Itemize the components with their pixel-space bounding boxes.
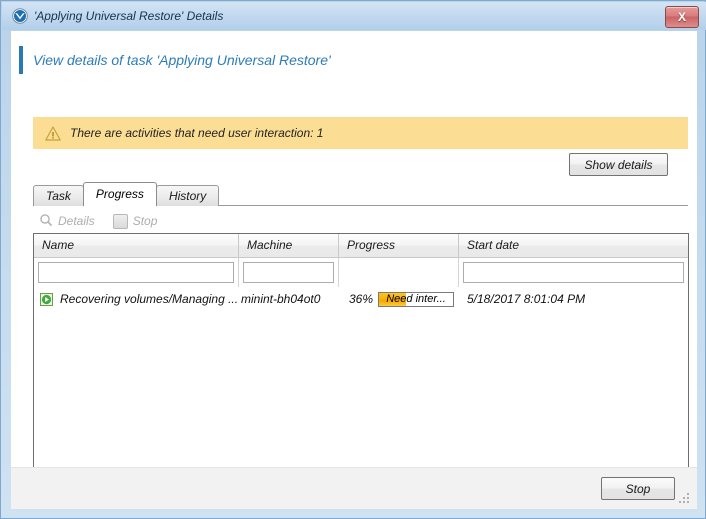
column-header-progress[interactable]: Progress: [339, 234, 459, 257]
cell-name: Recovering volumes/Managing ...: [34, 288, 239, 310]
progress-bar: Need inter...: [378, 291, 454, 307]
acronis-shield-icon: [12, 8, 28, 24]
column-header-machine[interactable]: Machine: [239, 234, 339, 257]
show-details-button[interactable]: Show details: [569, 153, 668, 176]
warning-banner: There are activities that need user inte…: [33, 117, 688, 149]
grid-filter-row: [34, 258, 688, 288]
grid-toolbar: Details Stop: [39, 210, 175, 232]
magnifier-icon: [39, 213, 53, 230]
filter-cell-name: [34, 258, 239, 287]
title-bar[interactable]: 'Applying Universal Restore' Details X: [2, 2, 706, 30]
filter-input-start-date[interactable]: [463, 262, 684, 283]
tab-progress[interactable]: Progress: [82, 182, 157, 206]
details-toolbar-label: Details: [58, 214, 95, 228]
warning-triangle-icon: [45, 125, 61, 141]
client-area: View details of task 'Applying Universal…: [11, 30, 697, 485]
close-icon: X: [677, 10, 686, 24]
running-green-icon: [40, 292, 53, 306]
tab-strip: Task Progress History: [33, 182, 220, 206]
activities-grid: Name Machine Progress Start date Recover…: [33, 233, 689, 485]
footer-bar: Stop: [11, 467, 697, 509]
filter-cell-progress: [339, 258, 459, 287]
details-toolbar-button[interactable]: Details: [39, 213, 95, 230]
filter-cell-start-date: [459, 258, 688, 287]
stop-button[interactable]: Stop: [601, 477, 675, 500]
column-header-start-date[interactable]: Start date: [459, 234, 688, 257]
window-title: 'Applying Universal Restore' Details: [34, 9, 224, 23]
progress-percent-label: 36%: [348, 292, 373, 306]
progress-status-label: Need inter...: [386, 293, 446, 305]
stop-toolbar-label: Stop: [132, 214, 158, 228]
tab-task[interactable]: Task: [33, 185, 84, 206]
filter-input-machine[interactable]: [243, 262, 334, 283]
tab-history[interactable]: History: [155, 185, 220, 206]
details-window: 'Applying Universal Restore' Details X V…: [0, 0, 706, 519]
stop-square-icon: [112, 213, 128, 229]
page-header: View details of task 'Applying Universal…: [19, 45, 331, 75]
grid-body: Recovering volumes/Managing ... minint-b…: [34, 288, 688, 310]
header-accent-bar: [19, 46, 23, 74]
close-button[interactable]: X: [665, 6, 699, 28]
warning-text: There are activities that need user inte…: [70, 126, 324, 140]
cell-machine: minint-bh04ot0: [241, 292, 321, 306]
filter-cell-machine: [239, 258, 339, 287]
cell-progress: 36% Need inter...: [339, 288, 459, 310]
stop-toolbar-button[interactable]: Stop: [112, 213, 158, 229]
table-row[interactable]: Recovering volumes/Managing ... minint-b…: [34, 288, 688, 310]
cell-name-text: Recovering volumes/Managing ...: [60, 292, 239, 306]
filter-input-name[interactable]: [38, 262, 234, 283]
resize-grip[interactable]: [679, 493, 691, 505]
cell-start-date: 5/18/2017 8:01:04 PM: [467, 292, 586, 306]
column-header-name[interactable]: Name: [34, 234, 239, 257]
grid-header-row: Name Machine Progress Start date: [34, 234, 688, 258]
page-title: View details of task 'Applying Universal…: [33, 52, 331, 68]
